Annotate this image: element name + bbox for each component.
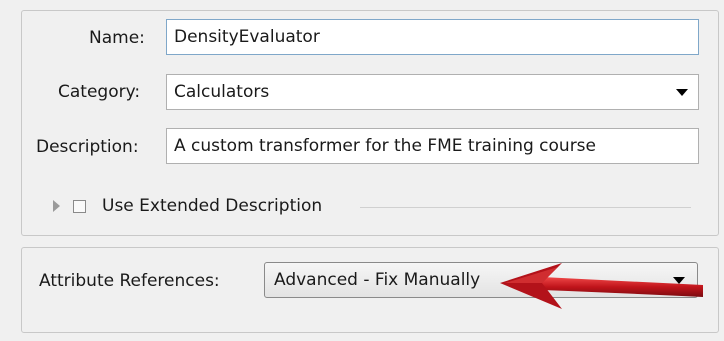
red-arrow-annotation-icon: [500, 263, 703, 309]
section-divider: [360, 207, 691, 208]
category-label: Category:: [58, 82, 141, 102]
category-value: Calculators: [174, 82, 270, 102]
name-field[interactable]: DensityEvaluator: [166, 19, 699, 55]
dropdown-caret-icon: [676, 89, 688, 96]
extended-description-checkbox[interactable]: [73, 200, 86, 213]
name-label: Name:: [89, 28, 145, 48]
attribute-references-label: Attribute References:: [39, 271, 220, 291]
category-dropdown[interactable]: Calculators: [166, 74, 699, 110]
extended-description-label[interactable]: Use Extended Description: [102, 196, 322, 216]
description-label: Description:: [36, 137, 139, 157]
attribute-references-value: Advanced - Fix Manually: [274, 270, 481, 290]
expand-triangle-icon[interactable]: [53, 200, 60, 212]
description-field[interactable]: A custom transformer for the FME trainin…: [166, 128, 699, 164]
